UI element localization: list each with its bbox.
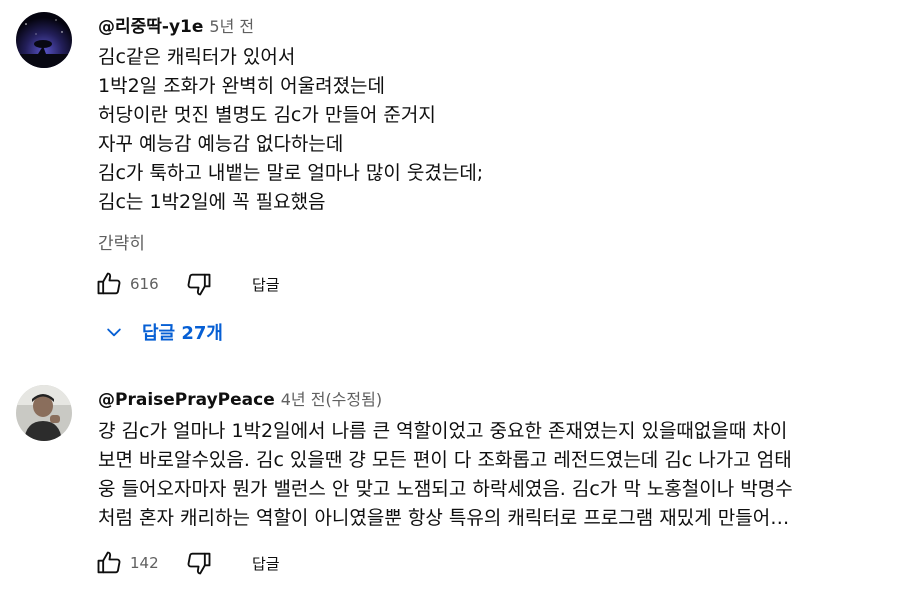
comment-line: 자꾸 예능감 예능감 없다하는데 xyxy=(98,133,344,155)
chevron-down-icon xyxy=(104,322,124,342)
comment-text: 걍 김c가 얼마나 1박2일에서 나름 큰 역할이었고 중요한 존재였는지 있을… xyxy=(98,417,793,533)
comment-line: 걍 김c가 얼마나 1박2일에서 나름 큰 역할이었고 중요한 존재였는지 있을… xyxy=(98,420,788,442)
comment-text: 김c같은 캐릭터가 있어서 1박2일 조화가 완벽히 어울려졌는데 허당이란 멋… xyxy=(98,43,483,217)
comment-line: 김c같은 캐릭터가 있어서 xyxy=(98,46,296,68)
reply-button[interactable]: 답글 xyxy=(252,553,280,574)
avatar[interactable] xyxy=(16,385,72,441)
comment-line: 허당이란 멋진 별명도 김c가 만들어 준거지 xyxy=(98,104,436,126)
comment-line: 김c는 1박2일에 꼭 필요했음 xyxy=(98,191,326,213)
author-name[interactable]: @PraisePrayPeace xyxy=(98,390,275,410)
comment-line: 웅 들어오자마자 뭔가 밸런스 안 맞고 노잼되고 하락세였음. 김c가 막 노… xyxy=(98,478,793,500)
view-replies-button[interactable]: 답글 27개 xyxy=(104,319,223,345)
comment-line: 처럼 혼자 캐리하는 역할이 아니였을뿐 항상 특유의 캐릭터로 프로그램 재밌… xyxy=(98,507,790,529)
thumbs-up-icon[interactable] xyxy=(94,548,124,578)
thumbs-down-icon[interactable] xyxy=(184,269,214,299)
comment-line: 1박2일 조화가 완벽히 어울려졌는데 xyxy=(98,75,386,97)
comment-header: @PraisePrayPeace 4년 전(수정됨) xyxy=(98,386,382,410)
comment-line: 김c가 툭하고 내뱉는 말로 얼마나 많이 웃겼는데; xyxy=(98,162,484,184)
like-count: 616 xyxy=(130,275,159,293)
comment-actions: 616 답글 xyxy=(94,269,280,299)
timestamp[interactable]: 5년 전 xyxy=(209,17,254,36)
comment-header: @리중딱-y1e 5년 전 xyxy=(98,12,254,37)
timestamp[interactable]: 4년 전(수정됨) xyxy=(281,390,382,409)
replies-count-label: 답글 27개 xyxy=(142,323,223,344)
reply-button[interactable]: 답글 xyxy=(252,274,280,295)
author-name[interactable]: @리중딱-y1e xyxy=(98,17,203,37)
thumbs-up-icon[interactable] xyxy=(94,269,124,299)
avatar[interactable] xyxy=(16,12,72,68)
comment-actions: 142 답글 xyxy=(94,548,280,578)
like-count: 142 xyxy=(130,554,159,572)
thumbs-down-icon[interactable] xyxy=(184,548,214,578)
comment-line: 보면 바로알수있음. 김c 있을땐 걍 모든 편이 다 조화롭고 레전드였는데 … xyxy=(98,449,792,471)
collapse-button[interactable]: 간략히 xyxy=(98,229,145,254)
